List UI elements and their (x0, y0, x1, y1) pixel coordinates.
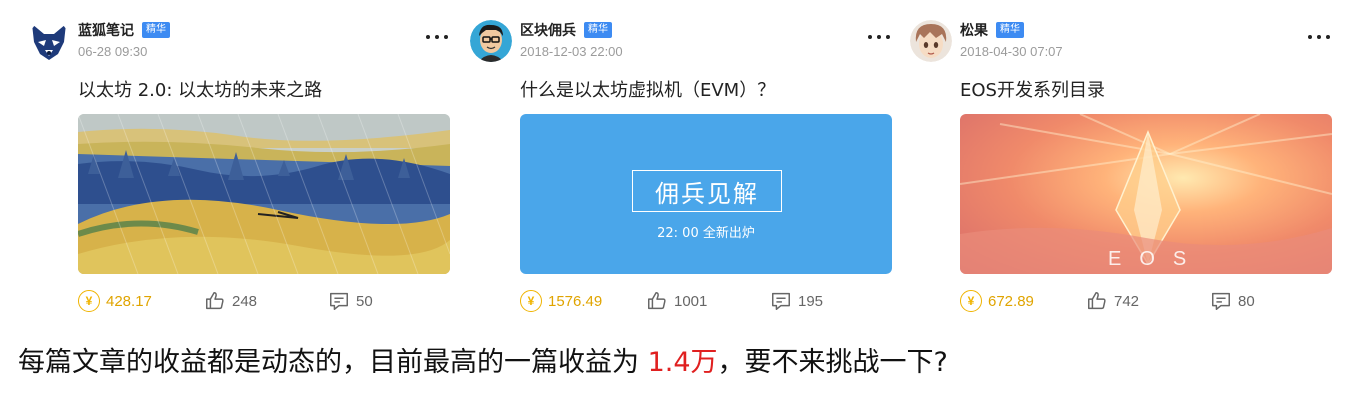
article-cover[interactable]: EOS (960, 114, 1332, 274)
article-card[interactable]: 区块佣兵 精华 2018-12-03 22:00 什么是以太坊虚拟机（EVM）？… (470, 0, 892, 330)
earnings-stat: ¥ 1576.49 (520, 290, 602, 312)
footer-caption: 每篇文章的收益都是动态的，目前最高的一篇收益为 1.4万，要不来挑战一下? (18, 340, 948, 379)
comment-icon (1212, 292, 1230, 310)
comments-count: 50 (356, 292, 373, 310)
more-dots-icon[interactable] (426, 28, 448, 46)
coin-icon: ¥ (78, 290, 100, 312)
comment-icon (330, 292, 348, 310)
article-title[interactable]: 什么是以太坊虚拟机（EVM）？ (520, 76, 775, 102)
post-time: 2018-12-03 22:00 (520, 44, 623, 59)
coin-icon: ¥ (520, 290, 542, 312)
comment-button[interactable]: 195 (770, 290, 823, 312)
featured-badge: 精华 (996, 22, 1024, 38)
featured-badge: 精华 (142, 22, 170, 38)
article-title[interactable]: EOS开发系列目录 (960, 76, 1105, 102)
author-name[interactable]: 区块佣兵 (520, 20, 576, 40)
thumbs-up-icon (648, 292, 666, 310)
cartoon-man-avatar-icon[interactable] (470, 20, 512, 62)
earnings-stat: ¥ 672.89 (960, 290, 1034, 312)
thumbs-up-icon (1088, 292, 1106, 310)
article-card[interactable]: 蓝狐笔记 精华 06-28 09:30 以太坊 2.0: 以太坊的未来之路 ¥ … (28, 0, 450, 330)
like-button[interactable]: 742 (1086, 290, 1139, 312)
like-button[interactable]: 1001 (646, 290, 707, 312)
author-name[interactable]: 松果 (960, 20, 988, 40)
post-time: 06-28 09:30 (78, 44, 148, 59)
author-name[interactable]: 蓝狐笔记 (78, 20, 134, 40)
likes-count: 742 (1114, 292, 1140, 310)
footer-text: 每篇文章的收益都是动态的，目前最高的一篇收益为 (18, 347, 648, 378)
cover-text: EOS (1108, 248, 1205, 270)
comment-button[interactable]: 80 (1210, 290, 1255, 312)
likes-count: 248 (232, 292, 258, 310)
post-time: 2018-04-30 07:07 (960, 44, 1063, 59)
thumbs-up-icon (206, 292, 224, 310)
coin-icon: ¥ (960, 290, 982, 312)
anime-avatar-icon[interactable] (910, 20, 952, 62)
more-dots-icon[interactable] (868, 28, 890, 46)
more-dots-icon[interactable] (1308, 28, 1330, 46)
like-button[interactable]: 248 (204, 290, 257, 312)
painting-landscape-cover[interactable] (78, 114, 450, 274)
cover-title: 佣兵见解 (632, 170, 782, 212)
earnings-value: 1576.49 (548, 292, 603, 310)
comments-count: 195 (798, 292, 824, 310)
comments-count: 80 (1238, 292, 1255, 310)
earnings-value: 672.89 (988, 292, 1034, 310)
comment-button[interactable]: 50 (328, 290, 373, 312)
article-card[interactable]: 松果 精华 2018-04-30 07:07 EOS开发系列目录 EOS ¥ 6… (910, 0, 1332, 330)
likes-count: 1001 (674, 292, 708, 310)
article-title[interactable]: 以太坊 2.0: 以太坊的未来之路 (78, 76, 322, 102)
comment-icon (772, 292, 790, 310)
cover-subtitle: 22: 00 全新出炉 (657, 226, 755, 241)
footer-text-end: ，要不来挑战一下? (717, 347, 948, 378)
earnings-value: 428.17 (106, 292, 152, 310)
earnings-stat: ¥ 428.17 (78, 290, 152, 312)
fox-avatar-icon[interactable] (28, 20, 70, 62)
featured-badge: 精华 (584, 22, 612, 38)
footer-highlight: 1.4万 (647, 347, 718, 378)
article-cover[interactable]: 佣兵见解 22: 00 全新出炉 (520, 114, 892, 274)
